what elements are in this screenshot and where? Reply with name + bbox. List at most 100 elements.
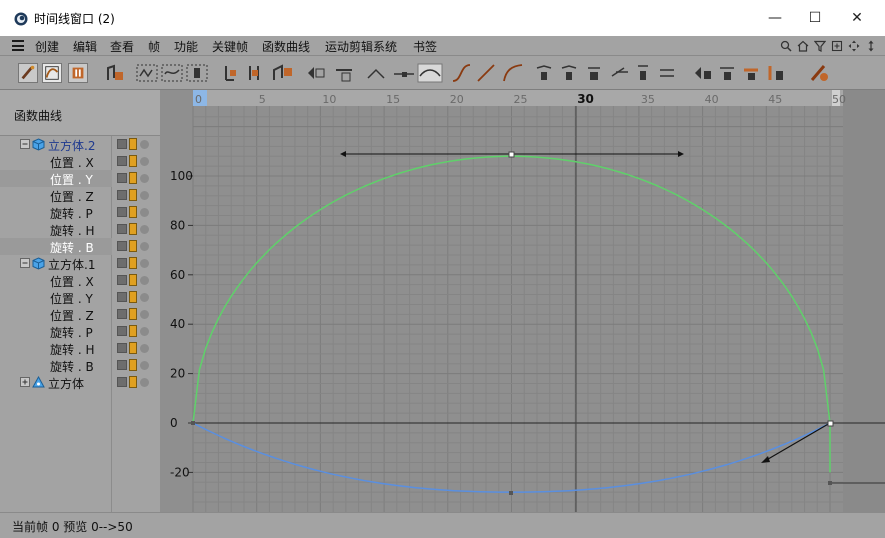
graph-background <box>160 90 885 512</box>
fcurve-graph[interactable]: 0 5 10 15 20 25 30 35 40 45 50 100 80 60 40 20 0 -20 <box>160 90 885 512</box>
track-solo-icon <box>140 361 149 370</box>
track-rotation-b[interactable]: 旋转 . B <box>0 238 112 255</box>
track-icon-set[interactable] <box>112 374 160 391</box>
filter-icon[interactable] <box>813 39 826 52</box>
track-rotation-h[interactable]: 旋转 . H <box>0 221 112 238</box>
track-cube[interactable]: 立方体 <box>0 374 112 391</box>
key-tool-icons[interactable] <box>222 62 296 84</box>
track-icon-set[interactable] <box>112 238 160 255</box>
track-icon-set[interactable] <box>112 289 160 306</box>
cinema4d-app-icon <box>14 12 28 26</box>
track-position-z[interactable]: 位置 . Z <box>0 306 112 323</box>
track-icon-set[interactable] <box>112 306 160 323</box>
value-tick-label: 0 <box>170 416 178 430</box>
track-label: 位置 . X <box>50 156 94 170</box>
track-label: 立方体.1 <box>48 258 96 272</box>
track-mute-icon <box>117 190 127 200</box>
track-cube-2[interactable]: 立方体.2 <box>0 136 112 153</box>
menu-bookmarks[interactable]: 书签 <box>413 38 437 55</box>
collapse-icon[interactable] <box>20 139 30 149</box>
tangent-lock-icons[interactable] <box>692 62 802 84</box>
interpolation-icons[interactable] <box>450 62 526 84</box>
track-icon-set[interactable] <box>112 323 160 340</box>
value-tick-label: -20 <box>170 465 190 479</box>
menu-view[interactable]: 查看 <box>110 38 134 55</box>
record-key-icon[interactable] <box>102 62 126 84</box>
track-position-y[interactable]: 位置 . Y <box>0 289 112 306</box>
track-mute-icon <box>117 275 127 285</box>
key-end-low[interactable] <box>828 481 832 485</box>
track-rotation-b[interactable]: 旋转 . B <box>0 357 112 374</box>
key-end-selected[interactable] <box>827 420 834 427</box>
menu-fcurve[interactable]: 函数曲线 <box>262 38 310 55</box>
menu-motion-system[interactable]: 运动剪辑系统 <box>325 38 397 55</box>
track-position-z[interactable]: 位置 . Z <box>0 187 112 204</box>
track-rotation-p[interactable]: 旋转 . P <box>0 204 112 221</box>
cube-object-icon <box>32 257 45 270</box>
close-button[interactable]: ✕ <box>842 6 872 30</box>
tangent-break-icons[interactable] <box>534 62 684 84</box>
toolbar <box>0 56 885 90</box>
track-icon-set[interactable] <box>112 204 160 221</box>
frame-tick-label: 50 <box>832 93 846 106</box>
remove-overshoot-icon[interactable] <box>808 62 832 84</box>
track-solo-icon <box>140 225 149 234</box>
move-view-icon[interactable] <box>847 39 860 52</box>
track-key-icon <box>129 308 137 320</box>
minimize-button[interactable]: — <box>760 6 790 30</box>
track-label: 旋转 . H <box>50 343 95 357</box>
green-key-peak[interactable] <box>508 151 515 158</box>
value-tool-icons[interactable] <box>304 62 358 84</box>
frame-tick-label: 0 <box>195 93 202 106</box>
track-key-icon <box>129 138 137 150</box>
track-icon-set[interactable] <box>112 153 160 170</box>
hamburger-menu-icon[interactable] <box>12 40 24 51</box>
fcurve-panel-title: 函数曲线 <box>14 109 63 123</box>
track-rotation-h[interactable]: 旋转 . H <box>0 340 112 357</box>
fcurve-mode-button[interactable] <box>42 63 62 83</box>
dopesheet-mode-button[interactable] <box>18 63 38 83</box>
track-solo-icon <box>140 208 149 217</box>
track-icon-set[interactable] <box>112 272 160 289</box>
key-start[interactable] <box>191 421 195 425</box>
zoom-view-icon[interactable] <box>864 39 877 52</box>
track-solo-icon <box>140 259 149 268</box>
maximize-button[interactable]: ☐ <box>800 6 830 30</box>
menu-create[interactable]: 创建 <box>35 38 59 55</box>
track-icon-set[interactable] <box>112 340 160 357</box>
track-icon-set[interactable] <box>112 255 160 272</box>
curve-shape-icons[interactable] <box>136 62 210 84</box>
motion-mode-button[interactable] <box>68 63 88 83</box>
track-cube-1[interactable]: 立方体.1 <box>0 255 112 272</box>
blue-key-min[interactable] <box>509 491 513 495</box>
track-rotation-p[interactable]: 旋转 . P <box>0 323 112 340</box>
track-icon-set[interactable] <box>112 357 160 374</box>
menu-edit[interactable]: 编辑 <box>73 38 97 55</box>
expand-icon[interactable] <box>20 377 30 387</box>
track-mute-icon <box>117 224 127 234</box>
frame-all-icon[interactable] <box>830 39 843 52</box>
menu-frame[interactable]: 帧 <box>148 38 160 55</box>
frame-tick-label: 25 <box>514 93 528 106</box>
value-tick-label: 80 <box>170 218 185 232</box>
title-bar: 时间线窗口 (2) — ☐ ✕ <box>0 0 885 36</box>
menu-function[interactable]: 功能 <box>174 38 198 55</box>
track-icon-set[interactable] <box>112 221 160 238</box>
track-position-x[interactable]: 位置 . X <box>0 272 112 289</box>
home-icon[interactable] <box>796 39 809 52</box>
frame-tick-label: 10 <box>322 93 336 106</box>
track-solo-icon <box>140 378 149 387</box>
tangent-mode-icons[interactable] <box>364 62 444 84</box>
menu-keyframe[interactable]: 关键帧 <box>212 38 248 55</box>
search-icon[interactable] <box>779 39 792 52</box>
track-key-icon <box>129 342 137 354</box>
collapse-icon[interactable] <box>20 258 30 268</box>
track-icon-set[interactable] <box>112 170 160 187</box>
track-position-y[interactable]: 位置 . Y <box>0 170 112 187</box>
track-icon-set[interactable] <box>112 136 160 153</box>
track-mute-icon <box>117 207 127 217</box>
track-label: 位置 . Z <box>50 309 94 323</box>
track-label: 立方体 <box>48 377 85 391</box>
track-icon-set[interactable] <box>112 187 160 204</box>
track-position-x[interactable]: 位置 . X <box>0 153 112 170</box>
